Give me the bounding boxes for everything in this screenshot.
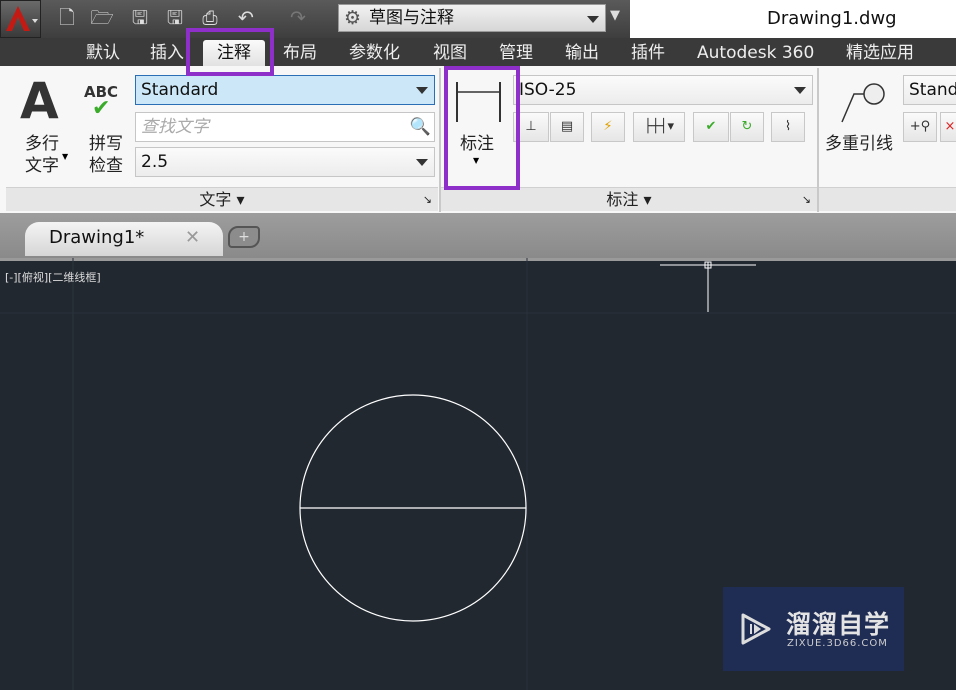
remove-leader-icon[interactable]: × — [940, 112, 956, 142]
dim-break-icon[interactable]: ⚡ — [591, 112, 625, 142]
multileader-icon — [841, 83, 885, 123]
dim-space-icon[interactable]: ▤ — [550, 112, 584, 142]
dim-jog-icon[interactable]: ⌇ — [771, 112, 805, 142]
dim-inspect-icon[interactable]: ✔ — [693, 112, 729, 142]
mtext-button[interactable]: 多行 文字 — [20, 133, 64, 177]
tab-parametric[interactable]: 参数化 — [349, 40, 400, 66]
leader-style-value: Standard — [909, 80, 956, 100]
workspace-dropdown[interactable]: ⚙ 草图与注释 — [338, 4, 606, 32]
text-height-dropdown[interactable]: 2.5 — [135, 147, 435, 177]
multileader-button[interactable]: 多重引线 — [825, 133, 893, 155]
open-icon[interactable]: 🗁 — [89, 6, 115, 30]
file-title: Drawing1.dwg — [767, 8, 897, 29]
title-area: Drawing1.dwg — [630, 0, 956, 38]
mtext-icon: A — [20, 72, 59, 130]
chevron-down-icon — [587, 16, 599, 23]
find-search-icon[interactable]: 🔍 — [410, 113, 431, 141]
dim-style-dropdown[interactable]: ISO-25 — [513, 75, 813, 105]
watermark-name: 溜溜自学 — [786, 610, 891, 639]
tab-insert[interactable]: 插入 — [150, 40, 184, 66]
autocad-logo-icon — [6, 6, 38, 31]
save-as-icon[interactable]: 🖫 — [162, 6, 188, 30]
text-panel-label: 文字 — [199, 190, 232, 209]
dialog-launcher-icon[interactable]: ↘ — [802, 188, 811, 212]
dim-style-value: ISO-25 — [519, 80, 577, 100]
dialog-launcher-icon[interactable]: ↘ — [423, 188, 432, 212]
chevron-down-icon — [794, 87, 806, 94]
tab-layout[interactable]: 布局 — [283, 40, 317, 66]
checkmark-icon: ✔ — [92, 96, 111, 121]
redo-icon[interactable]: ↷ — [285, 6, 311, 30]
mtext-label-1: 多行 — [25, 134, 59, 154]
chevron-down-icon — [416, 87, 428, 94]
document-tab[interactable]: Drawing1* ✕ — [25, 222, 223, 256]
gear-icon: ⚙ — [344, 7, 362, 29]
new-icon[interactable]: 🗋 — [54, 6, 80, 30]
spell-check-button[interactable]: 拼写 检查 — [84, 133, 128, 177]
dim-continue-icon[interactable]: ├┼┤▾ — [633, 112, 685, 142]
application-menu-button[interactable] — [0, 0, 41, 38]
watermark-logo: 溜溜自学 ZIXUE.3D66.COM — [723, 587, 904, 671]
text-style-dropdown[interactable]: Standard — [135, 75, 435, 105]
mtext-label-2: 文字 — [25, 156, 59, 176]
find-text-input[interactable]: 查找文字 🔍 — [135, 112, 435, 142]
viewport-controls[interactable]: [-][俯视][二维线框] — [5, 269, 101, 285]
close-icon[interactable]: ✕ — [185, 222, 200, 254]
highlight-dimension-button — [444, 66, 520, 190]
find-text-placeholder: 查找文字 — [141, 117, 209, 137]
print-icon[interactable]: ⎙ — [197, 6, 223, 30]
spell-label-2: 检查 — [89, 156, 123, 176]
dropdown-arrow-icon: ▼ — [62, 152, 69, 161]
text-style-value: Standard — [141, 80, 219, 100]
dim-update-icon[interactable]: ↻ — [730, 112, 764, 142]
document-tab-label: Drawing1* — [49, 227, 145, 248]
leader-panel-title — [819, 187, 956, 211]
play-logo-icon — [741, 613, 771, 645]
watermark-url: ZIXUE.3D66.COM — [787, 638, 888, 649]
spell-label-1: 拼写 — [89, 134, 123, 154]
highlight-annotate-tab — [186, 28, 274, 76]
text-height-value: 2.5 — [141, 152, 169, 172]
new-tab-button[interactable]: + — [228, 226, 260, 248]
tab-default[interactable]: 默认 — [86, 40, 120, 66]
dim-panel-label: 标注 — [606, 190, 639, 209]
workspace-label: 草图与注释 — [369, 8, 454, 28]
tab-manage[interactable]: 管理 — [499, 40, 533, 66]
tab-autodesk360[interactable]: Autodesk 360 — [697, 40, 814, 66]
tab-addins[interactable]: 插件 — [631, 40, 665, 66]
tab-output[interactable]: 输出 — [565, 40, 599, 66]
chevron-down-icon — [416, 159, 428, 166]
leader-style-dropdown[interactable]: Standard — [903, 75, 956, 105]
tab-view[interactable]: 视图 — [433, 40, 467, 66]
dim-panel-title[interactable]: 标注 ▾ ↘ — [441, 187, 817, 211]
save-icon[interactable]: 🖫 — [127, 6, 153, 30]
text-panel-title[interactable]: 文字 ▾ ↘ — [6, 187, 438, 211]
add-leader-icon[interactable]: +⚲ — [903, 112, 937, 142]
customize-qat-icon[interactable]: ▼ — [610, 8, 620, 23]
undo-icon[interactable]: ↶ — [233, 6, 259, 30]
tab-featured-apps[interactable]: 精选应用 — [846, 40, 914, 66]
